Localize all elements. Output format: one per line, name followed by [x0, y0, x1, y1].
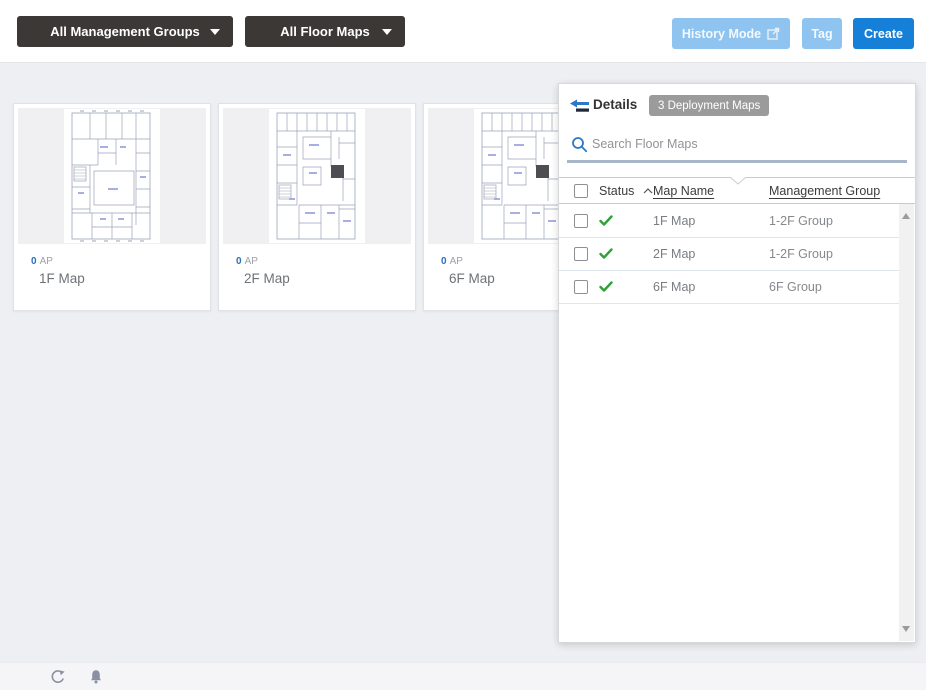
ap-count-line: 0AP — [441, 256, 463, 267]
history-mode-button[interactable]: History Mode — [672, 18, 790, 49]
floor-map-thumbnail — [18, 108, 206, 244]
floor-plan-image — [474, 109, 570, 243]
ap-count-unit: AP — [40, 256, 53, 267]
ap-count-unit: AP — [450, 256, 463, 267]
tag-label: Tag — [811, 27, 832, 41]
row-checkbox[interactable] — [574, 214, 588, 228]
floor-map-name: 1F Map — [39, 271, 85, 286]
scroll-up-arrow-icon[interactable] — [902, 213, 910, 219]
bell-icon[interactable] — [87, 668, 105, 686]
select-all-checkbox[interactable] — [574, 184, 588, 198]
floor-map-card-1f[interactable]: 0AP 1F Map — [13, 103, 211, 311]
row-management-group: 1-2F Group — [769, 247, 833, 261]
floor-maps-table: 1F Map 1-2F Group 2F Map 1-2F Group 6F M… — [559, 205, 902, 304]
ap-count-line: 0AP — [31, 256, 53, 267]
chevron-down-icon — [210, 29, 220, 35]
details-title: Details — [593, 97, 637, 112]
tag-button[interactable]: Tag — [802, 18, 842, 49]
floor-plan-image — [64, 109, 160, 243]
ap-count-value: 0 — [31, 256, 37, 267]
row-checkbox[interactable] — [574, 247, 588, 261]
sort-ascending-icon[interactable] — [643, 188, 653, 194]
status-ok-icon — [599, 281, 613, 293]
table-row[interactable]: 1F Map 1-2F Group — [559, 205, 902, 238]
status-ok-icon — [599, 215, 613, 227]
row-map-name: 6F Map — [653, 280, 695, 294]
ap-count-line: 0AP — [236, 256, 258, 267]
panel-pointer-notch — [730, 177, 746, 185]
floor-map-card-2f[interactable]: 0AP 2F Map — [218, 103, 416, 311]
details-panel: Details 3 Deployment Maps Status Map Nam… — [558, 83, 916, 643]
deployment-maps-badge: 3 Deployment Maps — [649, 95, 769, 116]
footer-bar — [0, 662, 926, 690]
row-management-group: 1-2F Group — [769, 214, 833, 228]
management-groups-dropdown-label: All Management Groups — [50, 24, 200, 39]
ap-count-value: 0 — [236, 256, 242, 267]
column-header-status: Status — [599, 184, 634, 198]
panel-scrollbar[interactable] — [899, 204, 914, 641]
column-header-map-name[interactable]: Map Name — [653, 184, 714, 198]
collapse-back-icon[interactable] — [570, 99, 590, 114]
details-panel-header: Details 3 Deployment Maps — [559, 84, 915, 128]
table-header-row: Status Map Name Management Group — [559, 177, 915, 204]
floor-map-name: 6F Map — [449, 271, 495, 286]
create-label: Create — [864, 27, 903, 41]
ap-count-value: 0 — [441, 256, 447, 267]
top-toolbar: All Management Groups All Floor Maps His… — [0, 0, 926, 63]
floor-plan-image — [269, 109, 365, 243]
row-map-name: 2F Map — [653, 247, 695, 261]
search-icon — [571, 136, 588, 153]
ap-count-unit: AP — [245, 256, 258, 267]
row-checkbox[interactable] — [574, 280, 588, 294]
column-header-management-group[interactable]: Management Group — [769, 184, 880, 198]
table-row[interactable]: 6F Map 6F Group — [559, 271, 902, 304]
floor-maps-dropdown[interactable]: All Floor Maps — [245, 16, 405, 47]
scroll-down-arrow-icon[interactable] — [902, 626, 910, 632]
status-ok-icon — [599, 248, 613, 260]
row-management-group: 6F Group — [769, 280, 822, 294]
search-underline — [567, 160, 907, 163]
search-floor-maps-input[interactable] — [592, 134, 842, 154]
management-groups-dropdown[interactable]: All Management Groups — [17, 16, 233, 47]
refresh-icon[interactable] — [49, 668, 67, 686]
row-map-name: 1F Map — [653, 214, 695, 228]
chevron-down-icon — [382, 29, 392, 35]
external-link-icon — [767, 27, 780, 40]
floor-map-name: 2F Map — [244, 271, 290, 286]
floor-map-thumbnail — [223, 108, 411, 244]
history-mode-label: History Mode — [682, 27, 761, 41]
floor-maps-dropdown-label: All Floor Maps — [280, 24, 370, 39]
table-row[interactable]: 2F Map 1-2F Group — [559, 238, 902, 271]
create-button[interactable]: Create — [853, 18, 914, 49]
